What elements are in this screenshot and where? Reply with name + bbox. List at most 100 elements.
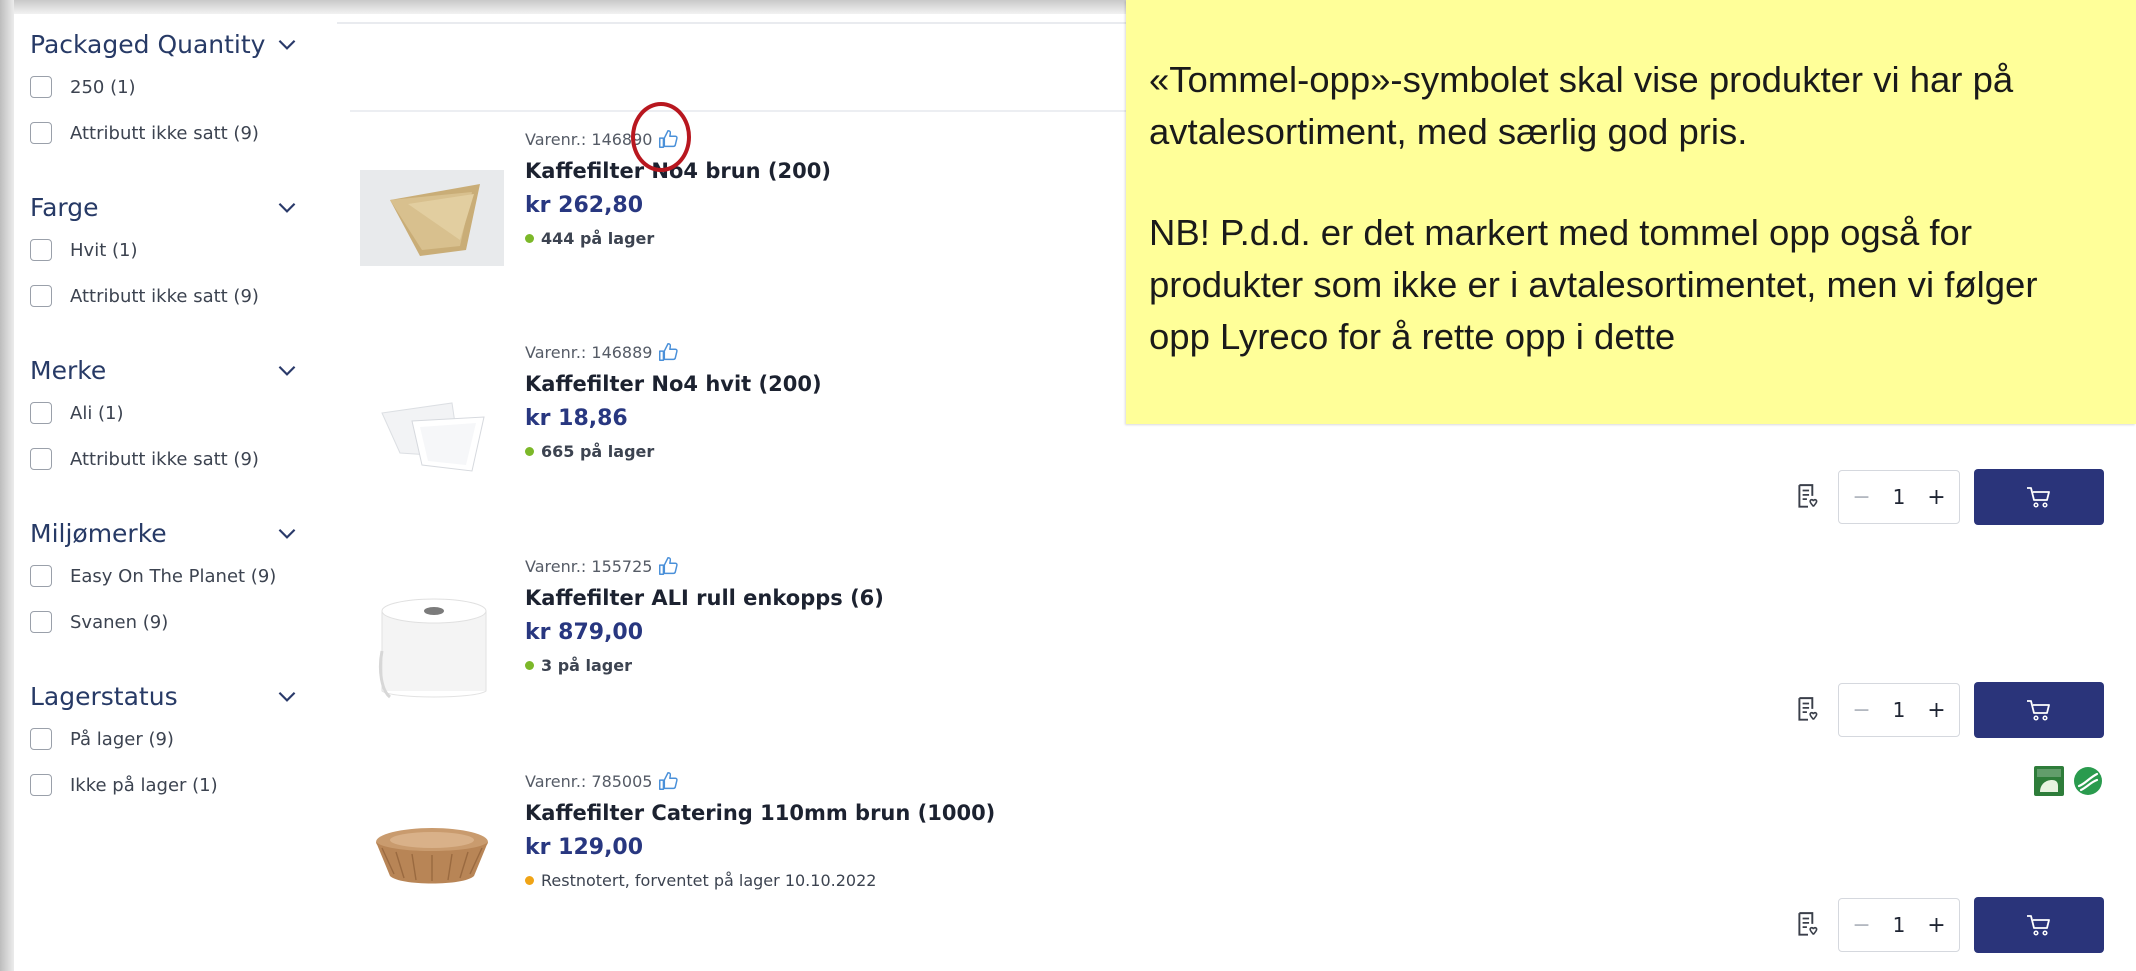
backorder-dot bbox=[525, 876, 534, 885]
quantity-stepper: − 1 + bbox=[1838, 683, 1960, 737]
chevron-down-icon bbox=[278, 528, 296, 539]
checkbox[interactable] bbox=[30, 285, 52, 307]
product-sku: Varenr.: 155725 bbox=[525, 555, 679, 577]
increase-button[interactable]: + bbox=[1922, 698, 1950, 723]
filter-group-lagerstatus: Lagerstatus På lager (9) Ikke på lager (… bbox=[30, 676, 300, 808]
filter-header-merke[interactable]: Merke bbox=[30, 350, 300, 390]
sku-label: Varenr.: 155725 bbox=[525, 556, 653, 576]
cart-icon bbox=[2027, 487, 2050, 508]
thumbs-up-icon bbox=[659, 772, 679, 790]
filter-sidebar: Packaged Quantity 250 (1) Attributt ikke… bbox=[14, 18, 314, 971]
in-stock-dot bbox=[525, 447, 534, 456]
sku-label: Varenr.: 785005 bbox=[525, 771, 653, 791]
filter-option[interactable]: Ali (1) bbox=[30, 390, 300, 436]
stock-label: 3 på lager bbox=[541, 656, 632, 675]
checkbox[interactable] bbox=[30, 565, 52, 587]
checkbox[interactable] bbox=[30, 774, 52, 796]
product-actions: − 1 + bbox=[1795, 682, 2104, 738]
filter-group-merke: Merke Ali (1) Attributt ikke satt (9) bbox=[30, 350, 300, 482]
chevron-down-icon bbox=[278, 365, 296, 376]
filter-group-packaged-quantity: Packaged Quantity 250 (1) Attributt ikke… bbox=[30, 24, 300, 156]
quantity-value[interactable]: 1 bbox=[1893, 485, 1906, 509]
increase-button[interactable]: + bbox=[1922, 485, 1950, 510]
annotation-note: «Tommel-opp»-symbolet skal vise produkte… bbox=[1126, 0, 2136, 424]
filter-title: Merke bbox=[30, 355, 107, 385]
checkbox[interactable] bbox=[30, 611, 52, 633]
filter-option[interactable]: På lager (9) bbox=[30, 716, 300, 762]
thumbs-up-icon bbox=[659, 557, 679, 575]
increase-button[interactable]: + bbox=[1922, 913, 1950, 938]
filter-header-miljomerke[interactable]: Miljømerke bbox=[30, 513, 300, 553]
stock-status: 665 på lager bbox=[525, 442, 654, 461]
product-image[interactable] bbox=[360, 820, 504, 900]
in-stock-dot bbox=[525, 661, 534, 670]
checkbox[interactable] bbox=[30, 402, 52, 424]
filter-option-label: Svanen (9) bbox=[70, 611, 169, 633]
filter-option-label: Attributt ikke satt (9) bbox=[70, 122, 259, 144]
add-to-cart-button[interactable] bbox=[1974, 897, 2104, 953]
decrease-button[interactable]: − bbox=[1848, 913, 1876, 938]
product-price: kr 18,86 bbox=[525, 406, 628, 431]
filter-option-label: Ikke på lager (1) bbox=[70, 774, 218, 796]
product-image[interactable] bbox=[360, 170, 504, 266]
filter-option-label: På lager (9) bbox=[70, 728, 174, 750]
quantity-stepper: − 1 + bbox=[1838, 898, 1960, 952]
filter-title: Lagerstatus bbox=[30, 681, 178, 711]
quantity-stepper: − 1 + bbox=[1838, 470, 1960, 524]
product-price: kr 879,00 bbox=[525, 620, 644, 645]
filter-option-label: Hvit (1) bbox=[70, 239, 138, 261]
product-name[interactable]: Kaffefilter ALI rull enkopps (6) bbox=[525, 586, 884, 610]
add-to-cart-button[interactable] bbox=[1974, 682, 2104, 738]
checkbox[interactable] bbox=[30, 448, 52, 470]
filter-header-lagerstatus[interactable]: Lagerstatus bbox=[30, 676, 300, 716]
filter-option[interactable]: Hvit (1) bbox=[30, 227, 300, 273]
filter-option[interactable]: Attributt ikke satt (9) bbox=[30, 110, 300, 156]
product-actions: − 1 + bbox=[1795, 897, 2104, 953]
filter-option[interactable]: Easy On The Planet (9) bbox=[30, 553, 300, 599]
filter-header-packaged-quantity[interactable]: Packaged Quantity bbox=[30, 24, 300, 64]
decrease-button[interactable]: − bbox=[1848, 698, 1876, 723]
cart-icon bbox=[2027, 915, 2050, 936]
highlight-circle bbox=[631, 102, 691, 172]
decrease-button[interactable]: − bbox=[1848, 485, 1876, 510]
thumbs-up-icon bbox=[659, 343, 679, 361]
product-name[interactable]: Kaffefilter Catering 110mm brun (1000) bbox=[525, 801, 995, 825]
filter-header-farge[interactable]: Farge bbox=[30, 187, 300, 227]
product-image[interactable] bbox=[360, 383, 504, 479]
checkbox[interactable] bbox=[30, 239, 52, 261]
quantity-value[interactable]: 1 bbox=[1893, 698, 1906, 722]
stock-status: Restnotert, forventet på lager 10.10.202… bbox=[525, 871, 876, 890]
filter-option[interactable]: Svanen (9) bbox=[30, 599, 300, 645]
chevron-down-icon bbox=[278, 39, 296, 50]
in-stock-dot bbox=[525, 234, 534, 243]
note-paragraph-1: «Tommel-opp»-symbolet skal vise produkte… bbox=[1149, 59, 2014, 152]
filter-option-label: 250 (1) bbox=[70, 76, 136, 98]
filter-option[interactable]: Attributt ikke satt (9) bbox=[30, 436, 300, 482]
filter-option[interactable]: Ikke på lager (1) bbox=[30, 762, 300, 808]
checkbox[interactable] bbox=[30, 76, 52, 98]
checkbox[interactable] bbox=[30, 728, 52, 750]
stock-status: 3 på lager bbox=[525, 656, 632, 675]
product-sku: Varenr.: 146889 bbox=[525, 341, 679, 363]
product-name[interactable]: Kaffefilter No4 hvit (200) bbox=[525, 372, 822, 396]
window-shadow-left bbox=[0, 0, 14, 971]
stock-label: 665 på lager bbox=[541, 442, 655, 461]
filter-title: Packaged Quantity bbox=[30, 29, 266, 59]
shopping-list-icon[interactable] bbox=[1795, 911, 1821, 939]
product-image[interactable] bbox=[360, 591, 504, 701]
filter-option-label: Attributt ikke satt (9) bbox=[70, 448, 259, 470]
filter-group-farge: Farge Hvit (1) Attributt ikke satt (9) bbox=[30, 187, 300, 319]
quantity-value[interactable]: 1 bbox=[1893, 913, 1906, 937]
product-price: kr 262,80 bbox=[525, 193, 644, 218]
checkbox[interactable] bbox=[30, 122, 52, 144]
shopping-list-icon[interactable] bbox=[1795, 696, 1821, 724]
filter-option-label: Attributt ikke satt (9) bbox=[70, 285, 259, 307]
shopping-list-icon[interactable] bbox=[1795, 483, 1821, 511]
filter-option[interactable]: Attributt ikke satt (9) bbox=[30, 273, 300, 319]
add-to-cart-button[interactable] bbox=[1974, 469, 2104, 525]
chevron-down-icon bbox=[278, 691, 296, 702]
stock-label: 444 på lager bbox=[541, 229, 655, 248]
filter-title: Farge bbox=[30, 192, 99, 222]
filter-option-label: Ali (1) bbox=[70, 402, 124, 424]
filter-option[interactable]: 250 (1) bbox=[30, 64, 300, 110]
